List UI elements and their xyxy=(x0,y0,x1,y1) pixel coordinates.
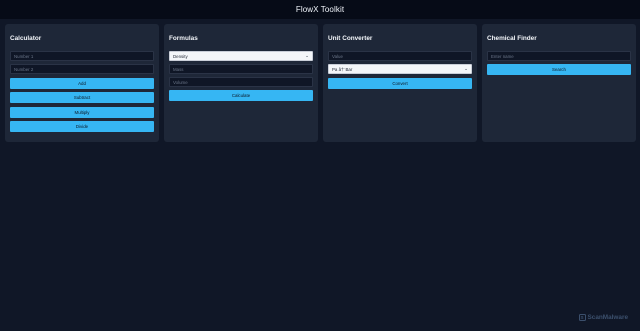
chemical-finder-title: Chemical Finder xyxy=(487,35,537,42)
number1-input[interactable] xyxy=(10,51,154,61)
watermark-text: ScanMalware xyxy=(587,314,629,321)
calculator-title: Calculator xyxy=(10,35,42,42)
divide-button[interactable]: Divide xyxy=(10,121,154,132)
app-title: FlowX Toolkit xyxy=(295,5,345,14)
conversion-select[interactable]: Pa â†’ Bar ⌄ xyxy=(328,64,472,74)
add-button[interactable]: Add xyxy=(10,78,154,89)
value-input[interactable] xyxy=(328,51,472,61)
calculate-button[interactable]: Calculate xyxy=(169,90,313,101)
unit-converter-title: Unit Converter xyxy=(328,35,373,42)
mass-input[interactable] xyxy=(169,64,313,74)
formulas-panel: Formulas Density ⌄ Calculate xyxy=(164,24,318,142)
search-button[interactable]: Search xyxy=(487,64,631,75)
unit-converter-panel: Unit Converter Pa â†’ Bar ⌄ Convert xyxy=(323,24,477,142)
formulas-title: Formulas xyxy=(169,35,198,42)
top-bar: FlowX Toolkit xyxy=(0,0,640,19)
chevron-down-icon: ⌄ xyxy=(305,53,309,58)
subtract-button[interactable]: Subtract xyxy=(10,92,154,103)
formula-select-value: Density xyxy=(173,53,188,59)
scanmalware-logo-icon: S xyxy=(578,314,586,321)
conversion-select-value: Pa â†’ Bar xyxy=(332,66,353,72)
chemical-finder-panel: Chemical Finder Search xyxy=(482,24,636,142)
number2-input[interactable] xyxy=(10,64,154,74)
calculator-panel: Calculator Add Subtract Multiply Divide xyxy=(5,24,159,142)
formula-select[interactable]: Density ⌄ xyxy=(169,51,313,61)
volume-input[interactable] xyxy=(169,77,313,87)
convert-button[interactable]: Convert xyxy=(328,78,472,89)
chemical-name-input[interactable] xyxy=(487,51,631,61)
chevron-down-icon: ⌄ xyxy=(464,66,468,71)
watermark: S ScanMalware xyxy=(578,314,629,321)
multiply-button[interactable]: Multiply xyxy=(10,107,154,118)
